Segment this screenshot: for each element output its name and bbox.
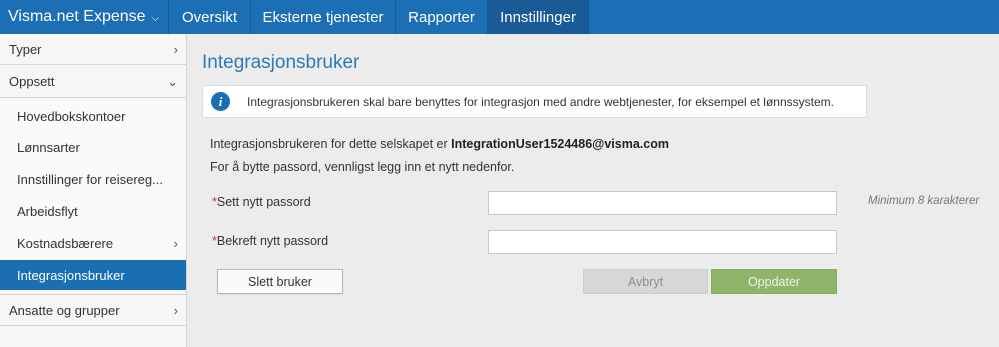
chevron-right-icon: › bbox=[173, 302, 178, 318]
app-menu-button[interactable]: Visma.net Expense ⌵ bbox=[0, 0, 169, 34]
tab-rapporter[interactable]: Rapporter bbox=[396, 0, 488, 34]
change-password-instruction: For å bytte passord, vennligst legg inn … bbox=[210, 160, 515, 174]
sidebar-item-kostnadsbaerere[interactable]: Kostnadsbærere › bbox=[0, 228, 186, 259]
integration-user-prefix: Integrasjonsbrukeren for dette selskapet… bbox=[210, 137, 448, 151]
sidebar-item-arbeidsflyt[interactable]: Arbeidsflyt bbox=[0, 196, 186, 227]
sidebar: Typer › Oppsett ⌄ Hovedbokskontoer Lønns… bbox=[0, 34, 187, 347]
tab-innstillinger[interactable]: Innstillinger bbox=[488, 0, 589, 34]
cancel-button[interactable]: Avbryt bbox=[583, 269, 708, 294]
page-title: Integrasjonsbruker bbox=[202, 52, 360, 73]
sidebar-item-hovedbokskontoer[interactable]: Hovedbokskontoer bbox=[0, 101, 186, 132]
sidebar-item-label: Hovedbokskontoer bbox=[17, 109, 126, 124]
sidebar-group-ansatte-og-grupper[interactable]: Ansatte og grupper › bbox=[0, 294, 186, 326]
sidebar-item-label: Kostnadsbærere bbox=[17, 236, 114, 251]
sidebar-item-label: Lønnsarter bbox=[17, 140, 80, 155]
sidebar-group-label: Oppsett bbox=[9, 74, 55, 89]
tab-eksterne-tjenester[interactable]: Eksterne tjenester bbox=[251, 0, 396, 34]
integration-user-text: Integrasjonsbrukeren for dette selskapet… bbox=[210, 137, 669, 151]
confirm-password-input[interactable] bbox=[488, 230, 837, 254]
chevron-down-icon: ⌵ bbox=[151, 12, 160, 24]
chevron-right-icon: › bbox=[173, 236, 178, 251]
sidebar-group-label: Ansatte og grupper bbox=[9, 302, 120, 318]
info-text: Integrasjonsbrukeren skal bare benyttes … bbox=[247, 94, 834, 109]
info-message: i Integrasjonsbrukeren skal bare benytte… bbox=[202, 85, 867, 118]
update-button[interactable]: Oppdater bbox=[711, 269, 837, 294]
app-name: Visma.net Expense bbox=[8, 8, 146, 25]
info-icon: i bbox=[211, 92, 230, 111]
new-password-input[interactable] bbox=[488, 191, 837, 215]
sidebar-group-label: Typer bbox=[9, 41, 42, 57]
tab-oversikt[interactable]: Oversikt bbox=[169, 0, 251, 34]
password-hint: Minimum 8 karakterer bbox=[868, 195, 980, 207]
sidebar-item-lonnsarter[interactable]: Lønnsarter bbox=[0, 132, 186, 163]
integration-user-email: IntegrationUser1524486@visma.com bbox=[451, 137, 669, 151]
sidebar-item-label: Innstillinger for reisereg... bbox=[17, 172, 163, 187]
sidebar-group-typer[interactable]: Typer › bbox=[0, 34, 186, 65]
chevron-down-icon: ⌄ bbox=[167, 73, 178, 89]
delete-user-button[interactable]: Slett bruker bbox=[217, 269, 343, 294]
chevron-right-icon: › bbox=[173, 41, 178, 57]
top-navigation: Visma.net Expense ⌵ Oversikt Eksterne tj… bbox=[0, 0, 999, 34]
sidebar-item-integrasjonsbruker[interactable]: Integrasjonsbruker bbox=[0, 260, 186, 290]
sidebar-item-label: Arbeidsflyt bbox=[17, 204, 78, 219]
sidebar-item-innstillinger-reiseregning[interactable]: Innstillinger for reisereg... bbox=[0, 164, 186, 195]
confirm-password-label: *Bekreft nytt passord bbox=[212, 234, 329, 248]
sidebar-group-oppsett[interactable]: Oppsett ⌄ bbox=[0, 66, 186, 98]
new-password-label: *Sett nytt passord bbox=[212, 195, 311, 209]
sidebar-item-label: Integrasjonsbruker bbox=[17, 267, 125, 283]
